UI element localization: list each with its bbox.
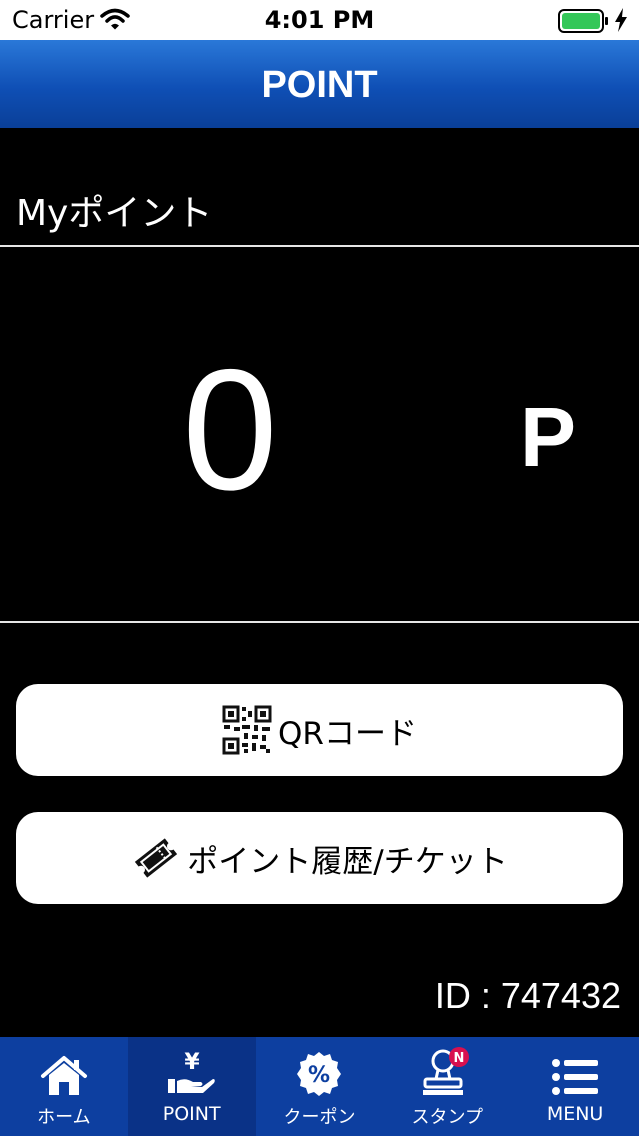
list-menu-icon bbox=[551, 1047, 599, 1097]
status-time: 4:01 PM bbox=[264, 6, 375, 34]
tab-menu[interactable]: MENU bbox=[511, 1037, 639, 1136]
tab-stamp-label: スタンプ bbox=[411, 1107, 484, 1128]
tab-home[interactable]: ホーム bbox=[0, 1037, 128, 1136]
tab-point-label: POINT bbox=[162, 1103, 221, 1125]
yen-hand-icon: ¥ bbox=[167, 1047, 217, 1097]
tab-point[interactable]: ¥ POINT bbox=[127, 1037, 256, 1136]
member-id: ID : 747432 bbox=[434, 975, 621, 1016]
point-history-label: ポイント履歴/チケット bbox=[187, 843, 508, 880]
bottom-divider bbox=[0, 621, 639, 623]
percent-badge-icon: % bbox=[296, 1047, 342, 1097]
points-unit: P bbox=[520, 390, 577, 484]
svg-text:%: % bbox=[308, 1063, 330, 1088]
qr-code-button[interactable]: QRコード bbox=[16, 684, 623, 776]
page-title: POINT bbox=[261, 64, 378, 106]
point-history-button[interactable]: ポイント履歴/チケット bbox=[16, 812, 623, 904]
tab-home-label: ホーム bbox=[37, 1107, 91, 1128]
svg-text:¥: ¥ bbox=[184, 1051, 200, 1075]
ticket-icon bbox=[131, 836, 181, 880]
points-balance: 0 bbox=[182, 334, 278, 526]
navigation-bar: POINT bbox=[0, 40, 639, 128]
my-points-heading: Myポイント bbox=[16, 193, 213, 234]
stamp-new-badge: N bbox=[454, 1051, 465, 1066]
qr-code-label: QRコード bbox=[278, 715, 417, 752]
tab-coupon-label: クーポン bbox=[283, 1107, 356, 1128]
tab-bar: ホーム ¥ POINT % クーポン N スタンプ MENU bbox=[0, 1037, 639, 1136]
home-icon bbox=[40, 1047, 88, 1097]
stamp-icon: N bbox=[419, 1047, 475, 1097]
charging-bolt-icon bbox=[614, 8, 628, 36]
top-divider bbox=[0, 245, 639, 247]
qr-code-icon bbox=[222, 705, 272, 755]
tab-coupon[interactable]: % クーポン bbox=[256, 1037, 384, 1136]
status-bar: Carrier 4:01 PM bbox=[0, 0, 639, 40]
battery-icon bbox=[558, 9, 610, 37]
tab-menu-label: MENU bbox=[546, 1103, 604, 1125]
tab-stamp[interactable]: N スタンプ bbox=[383, 1037, 511, 1136]
